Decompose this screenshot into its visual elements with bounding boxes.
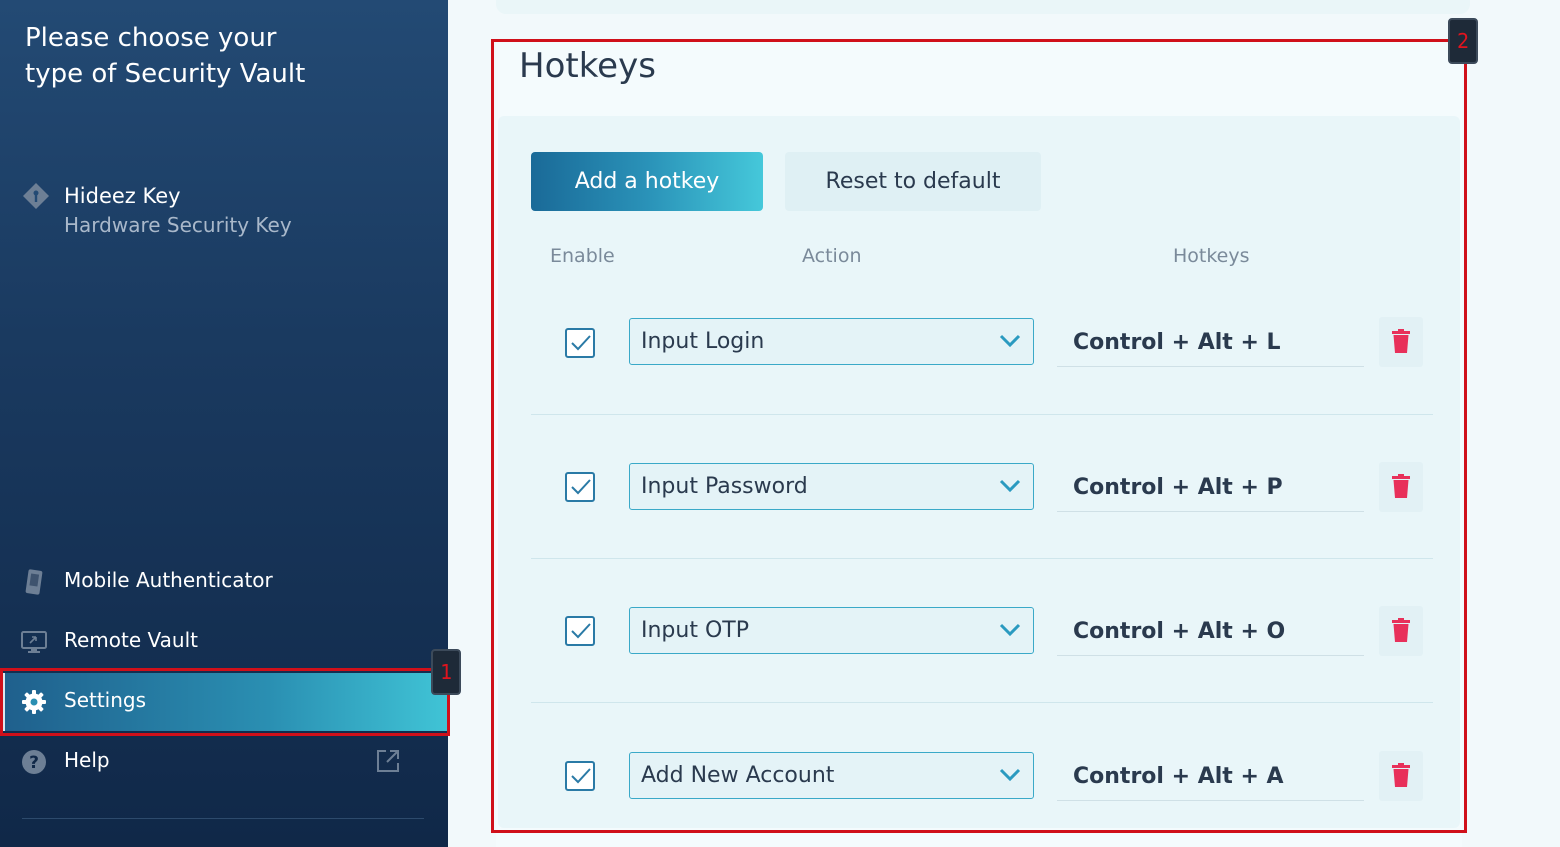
hotkey-row: Input Login Control + Alt + L	[531, 270, 1433, 415]
sidebar-title: Please choose your type of Security Vaul…	[25, 23, 306, 89]
checkmark-icon	[571, 479, 591, 495]
chevron-down-icon	[999, 768, 1021, 782]
monitor-icon	[20, 628, 48, 656]
help-icon: ?	[20, 748, 48, 776]
hotkey-value: Control + Alt + P	[1073, 475, 1283, 500]
sidebar-item-label: Remote Vault	[64, 628, 198, 652]
phone-icon	[20, 568, 48, 596]
trash-icon	[1392, 329, 1410, 353]
action-select-value: Add New Account	[641, 763, 835, 788]
marker-label-2: 2	[1448, 18, 1478, 64]
delete-button[interactable]	[1379, 606, 1423, 656]
external-link-icon	[374, 747, 402, 775]
enable-checkbox[interactable]	[565, 328, 595, 358]
hideez-key-name: Hideez Key	[64, 184, 181, 208]
chevron-down-icon	[999, 334, 1021, 348]
key-icon	[22, 182, 50, 210]
sidebar-item-label: Help	[64, 748, 110, 772]
hotkey-value: Control + Alt + A	[1073, 764, 1284, 789]
action-select[interactable]: Input OTP	[629, 607, 1034, 654]
hotkeys-title: Hotkeys	[519, 46, 656, 86]
svg-text:?: ?	[29, 753, 39, 773]
checkmark-icon	[571, 335, 591, 351]
checkmark-icon	[571, 768, 591, 784]
sidebar-item-settings[interactable]: Settings	[0, 673, 448, 731]
checkmark-icon	[571, 623, 591, 639]
hotkey-field[interactable]: Control + Alt + A	[1057, 753, 1364, 801]
chevron-down-icon	[999, 479, 1021, 493]
add-hotkey-button[interactable]: Add a hotkey	[531, 152, 763, 211]
hotkey-field[interactable]: Control + Alt + O	[1057, 608, 1364, 656]
sidebar-item-remote-vault[interactable]: Remote Vault	[0, 613, 448, 671]
chevron-down-icon	[999, 623, 1021, 637]
trash-icon	[1392, 763, 1410, 787]
enable-checkbox[interactable]	[565, 472, 595, 502]
hotkey-value: Control + Alt + O	[1073, 619, 1286, 644]
hotkey-row: Add New Account Control + Alt + A	[531, 703, 1433, 828]
hideez-key-subtitle: Hardware Security Key	[64, 213, 292, 237]
action-select[interactable]: Input Password	[629, 463, 1034, 510]
action-select-value: Input Login	[641, 329, 765, 354]
hotkey-row: Input OTP Control + Alt + O	[531, 558, 1433, 703]
hotkey-field[interactable]: Control + Alt + P	[1057, 464, 1364, 512]
delete-button[interactable]	[1379, 751, 1423, 801]
hotkey-value: Control + Alt + L	[1073, 330, 1281, 355]
delete-button[interactable]	[1379, 317, 1423, 367]
enable-checkbox[interactable]	[565, 761, 595, 791]
sidebar-item-mobile-authenticator[interactable]: Mobile Authenticator	[0, 553, 448, 611]
trash-icon	[1392, 618, 1410, 642]
action-select[interactable]: Input Login	[629, 318, 1034, 365]
hotkey-field[interactable]: Control + Alt + L	[1057, 319, 1364, 367]
sidebar: Please choose your type of Security Vaul…	[0, 0, 448, 847]
sidebar-item-help[interactable]: ? Help	[0, 733, 448, 791]
column-header-hotkeys: Hotkeys	[1173, 245, 1250, 267]
action-select-value: Input Password	[641, 474, 808, 499]
marker-label-1: 1	[431, 649, 461, 695]
sidebar-item-label: Mobile Authenticator	[64, 568, 273, 592]
column-header-action: Action	[802, 245, 862, 267]
sidebar-item-label: Settings	[64, 688, 147, 712]
action-select-value: Input OTP	[641, 618, 749, 643]
action-select[interactable]: Add New Account	[629, 752, 1034, 799]
enable-checkbox[interactable]	[565, 616, 595, 646]
previous-settings-card	[496, 0, 1470, 14]
reset-to-default-button[interactable]: Reset to default	[785, 152, 1041, 211]
trash-icon	[1392, 474, 1410, 498]
delete-button[interactable]	[1379, 462, 1423, 512]
column-header-enable: Enable	[550, 245, 615, 267]
sidebar-divider	[22, 818, 424, 819]
gear-icon	[20, 688, 48, 716]
hotkey-row: Input Password Control + Alt + P	[531, 414, 1433, 559]
